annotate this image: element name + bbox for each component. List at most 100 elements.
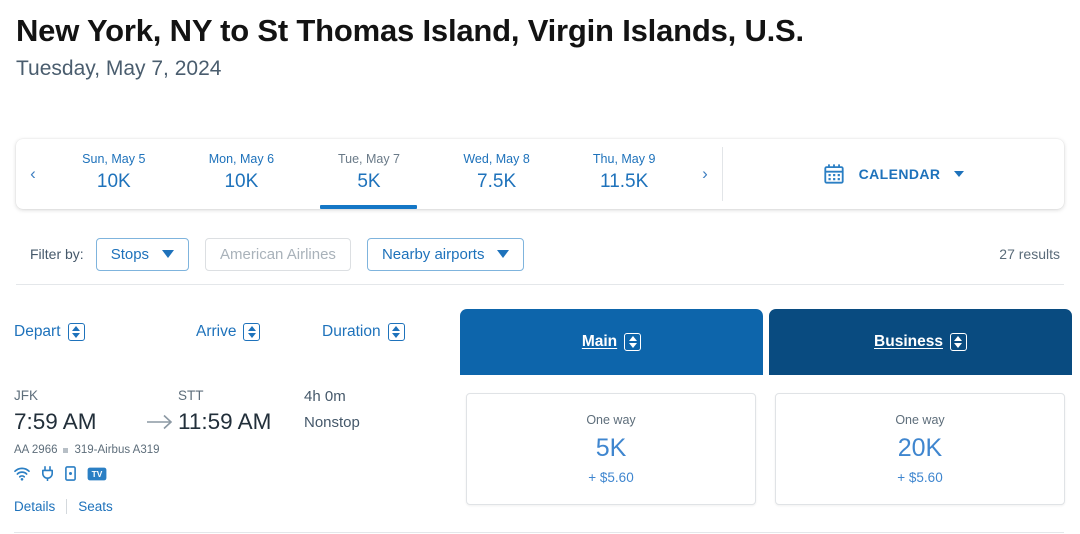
fare-column-header-main[interactable]: Main [460,309,763,375]
sort-toggle-icon [949,333,967,351]
sort-by-duration[interactable]: Duration [322,323,405,341]
sort-toggle-icon [387,323,405,341]
date-tab-label: Mon, May 6 [208,151,275,166]
caret-up-icon [954,336,963,341]
arrival-time: 11:59 AM [178,409,272,434]
departure-block: JFK 7:59 AM [14,386,144,437]
chevron-down-icon [954,171,965,177]
flight-number: AA 2966 [14,444,58,456]
flight-search-results-page: New York, NY to St Thomas Island, Virgin… [0,0,1080,534]
previous-dates-arrow[interactable]: ‹ [16,139,50,209]
date-tab-price: 7.5K [477,170,517,192]
fare-points: 5K [595,434,627,462]
caret-down-icon [72,333,81,338]
results-column-headers: Depart Arrive Duration Main Business [0,303,1080,375]
chevron-down-icon [497,250,510,258]
date-tab-wed-may-8[interactable]: Wed, May 8 7.5K [433,139,561,209]
flight-duration: 4h 0m [304,388,346,405]
date-tab-price: 5K [357,170,381,192]
flight-row-divider [14,532,1064,533]
filter-by-label: Filter by: [30,246,84,262]
date-tab-price: 10K [96,170,131,192]
live-tv-icon: TV [87,467,107,480]
link-divider [66,499,68,514]
date-tab-label: Wed, May 8 [463,151,530,166]
date-tab-label: Tue, May 7 [337,151,401,166]
filter-chip-label: Stops [110,245,150,263]
next-dates-arrow[interactable]: › [688,139,722,209]
date-scroller: ‹ Sun, May 5 10K Mon, May 6 10K Tue, May… [16,139,722,209]
flight-action-links: Details Seats [14,499,454,514]
power-outlet-icon [42,466,53,481]
page-title: New York, NY to St Thomas Island, Virgin… [16,13,804,48]
selected-date-underline [320,205,418,209]
date-tab-price: 10K [224,170,259,192]
fare-taxes: + $5.60 [588,470,634,485]
sort-by-main-fare[interactable]: Main [581,333,642,351]
streaming-device-icon [65,466,76,481]
flight-result-row: JFK 7:59 AM STT 11:59 AM 4h 0m Nonstop A… [0,375,1080,534]
filter-chip-label: American Airlines [220,245,336,263]
chevron-down-icon [162,250,175,258]
date-tab-tue-may-7[interactable]: Tue, May 7 5K [305,139,433,209]
fare-points: 20K [897,434,943,462]
flight-times: JFK 7:59 AM STT 11:59 AM 4h 0m Nonstop [14,386,454,437]
sort-toggle-icon [243,323,261,341]
fare-card-business[interactable]: One way 20K + $5.60 [775,393,1065,505]
filter-chip-label: Nearby airports [381,245,485,263]
aircraft-type: 319-Airbus A319 [74,444,160,456]
arrow-right-icon [144,406,178,437]
date-tab-label: Thu, May 9 [592,151,656,166]
sort-toggle-icon [624,333,642,351]
fare-column-header-business[interactable]: Business [769,309,1072,375]
page-subtitle-date: Tuesday, May 7, 2024 [16,57,222,80]
date-tab-thu-may-9[interactable]: Thu, May 9 11.5K [560,139,688,209]
arrival-airport-code: STT [178,388,204,403]
filter-chip-stops[interactable]: Stops [95,237,190,271]
page-header: New York, NY to St Thomas Island, Virgin… [0,0,1080,84]
filter-divider [16,284,1064,285]
results-count: 27 results [999,246,1060,262]
column-header-business: Business [874,333,943,350]
sort-by-business-fare[interactable]: Business [874,333,967,351]
date-tab-sun-may-5[interactable]: Sun, May 5 10K [50,139,178,209]
seats-link[interactable]: Seats [78,499,113,514]
column-header-arrive: Arrive [196,323,237,340]
flight-aircraft-info: AA 2966 319-Airbus A319 [14,444,454,456]
flight-itinerary: JFK 7:59 AM STT 11:59 AM 4h 0m Nonstop A… [14,386,454,514]
calendar-button[interactable]: CALENDAR [723,139,1064,209]
caret-up-icon [628,336,637,341]
wifi-icon [14,466,30,481]
date-selector-bar: ‹ Sun, May 5 10K Mon, May 6 10K Tue, May… [16,139,1064,209]
svg-text:TV: TV [92,469,103,479]
filter-bar: Filter by: Stops American Airlines Nearb… [16,232,1064,276]
date-tab-label: Sun, May 5 [82,151,146,166]
fare-taxes: + $5.60 [897,470,943,485]
column-header-duration: Duration [322,323,381,340]
caret-up-icon [247,326,256,331]
fare-trip-type: One way [895,413,945,427]
sort-by-depart[interactable]: Depart [14,323,85,341]
caret-up-icon [392,326,401,331]
duration-block: 4h 0m Nonstop [304,386,360,434]
details-link[interactable]: Details [14,499,55,514]
separator-dot-icon [63,447,69,453]
filter-chip-nearby-airports[interactable]: Nearby airports [366,237,525,271]
column-header-main: Main [581,333,618,350]
calendar-icon [823,164,844,184]
caret-up-icon [72,326,81,331]
caret-down-icon [954,343,963,348]
amenities-list: TV [14,466,454,481]
calendar-button-label: CALENDAR [858,166,941,182]
departure-time: 7:59 AM [14,409,97,434]
caret-down-icon [247,333,256,338]
caret-down-icon [628,343,637,348]
date-tab-mon-may-6[interactable]: Mon, May 6 10K [178,139,306,209]
departure-airport-code: JFK [14,388,39,403]
sort-toggle-icon [67,323,85,341]
fare-card-main[interactable]: One way 5K + $5.60 [466,393,756,505]
caret-down-icon [392,333,401,338]
flight-stops: Nonstop [304,414,360,431]
date-list: Sun, May 5 10K Mon, May 6 10K Tue, May 7… [50,139,688,209]
sort-by-arrive[interactable]: Arrive [196,323,261,341]
